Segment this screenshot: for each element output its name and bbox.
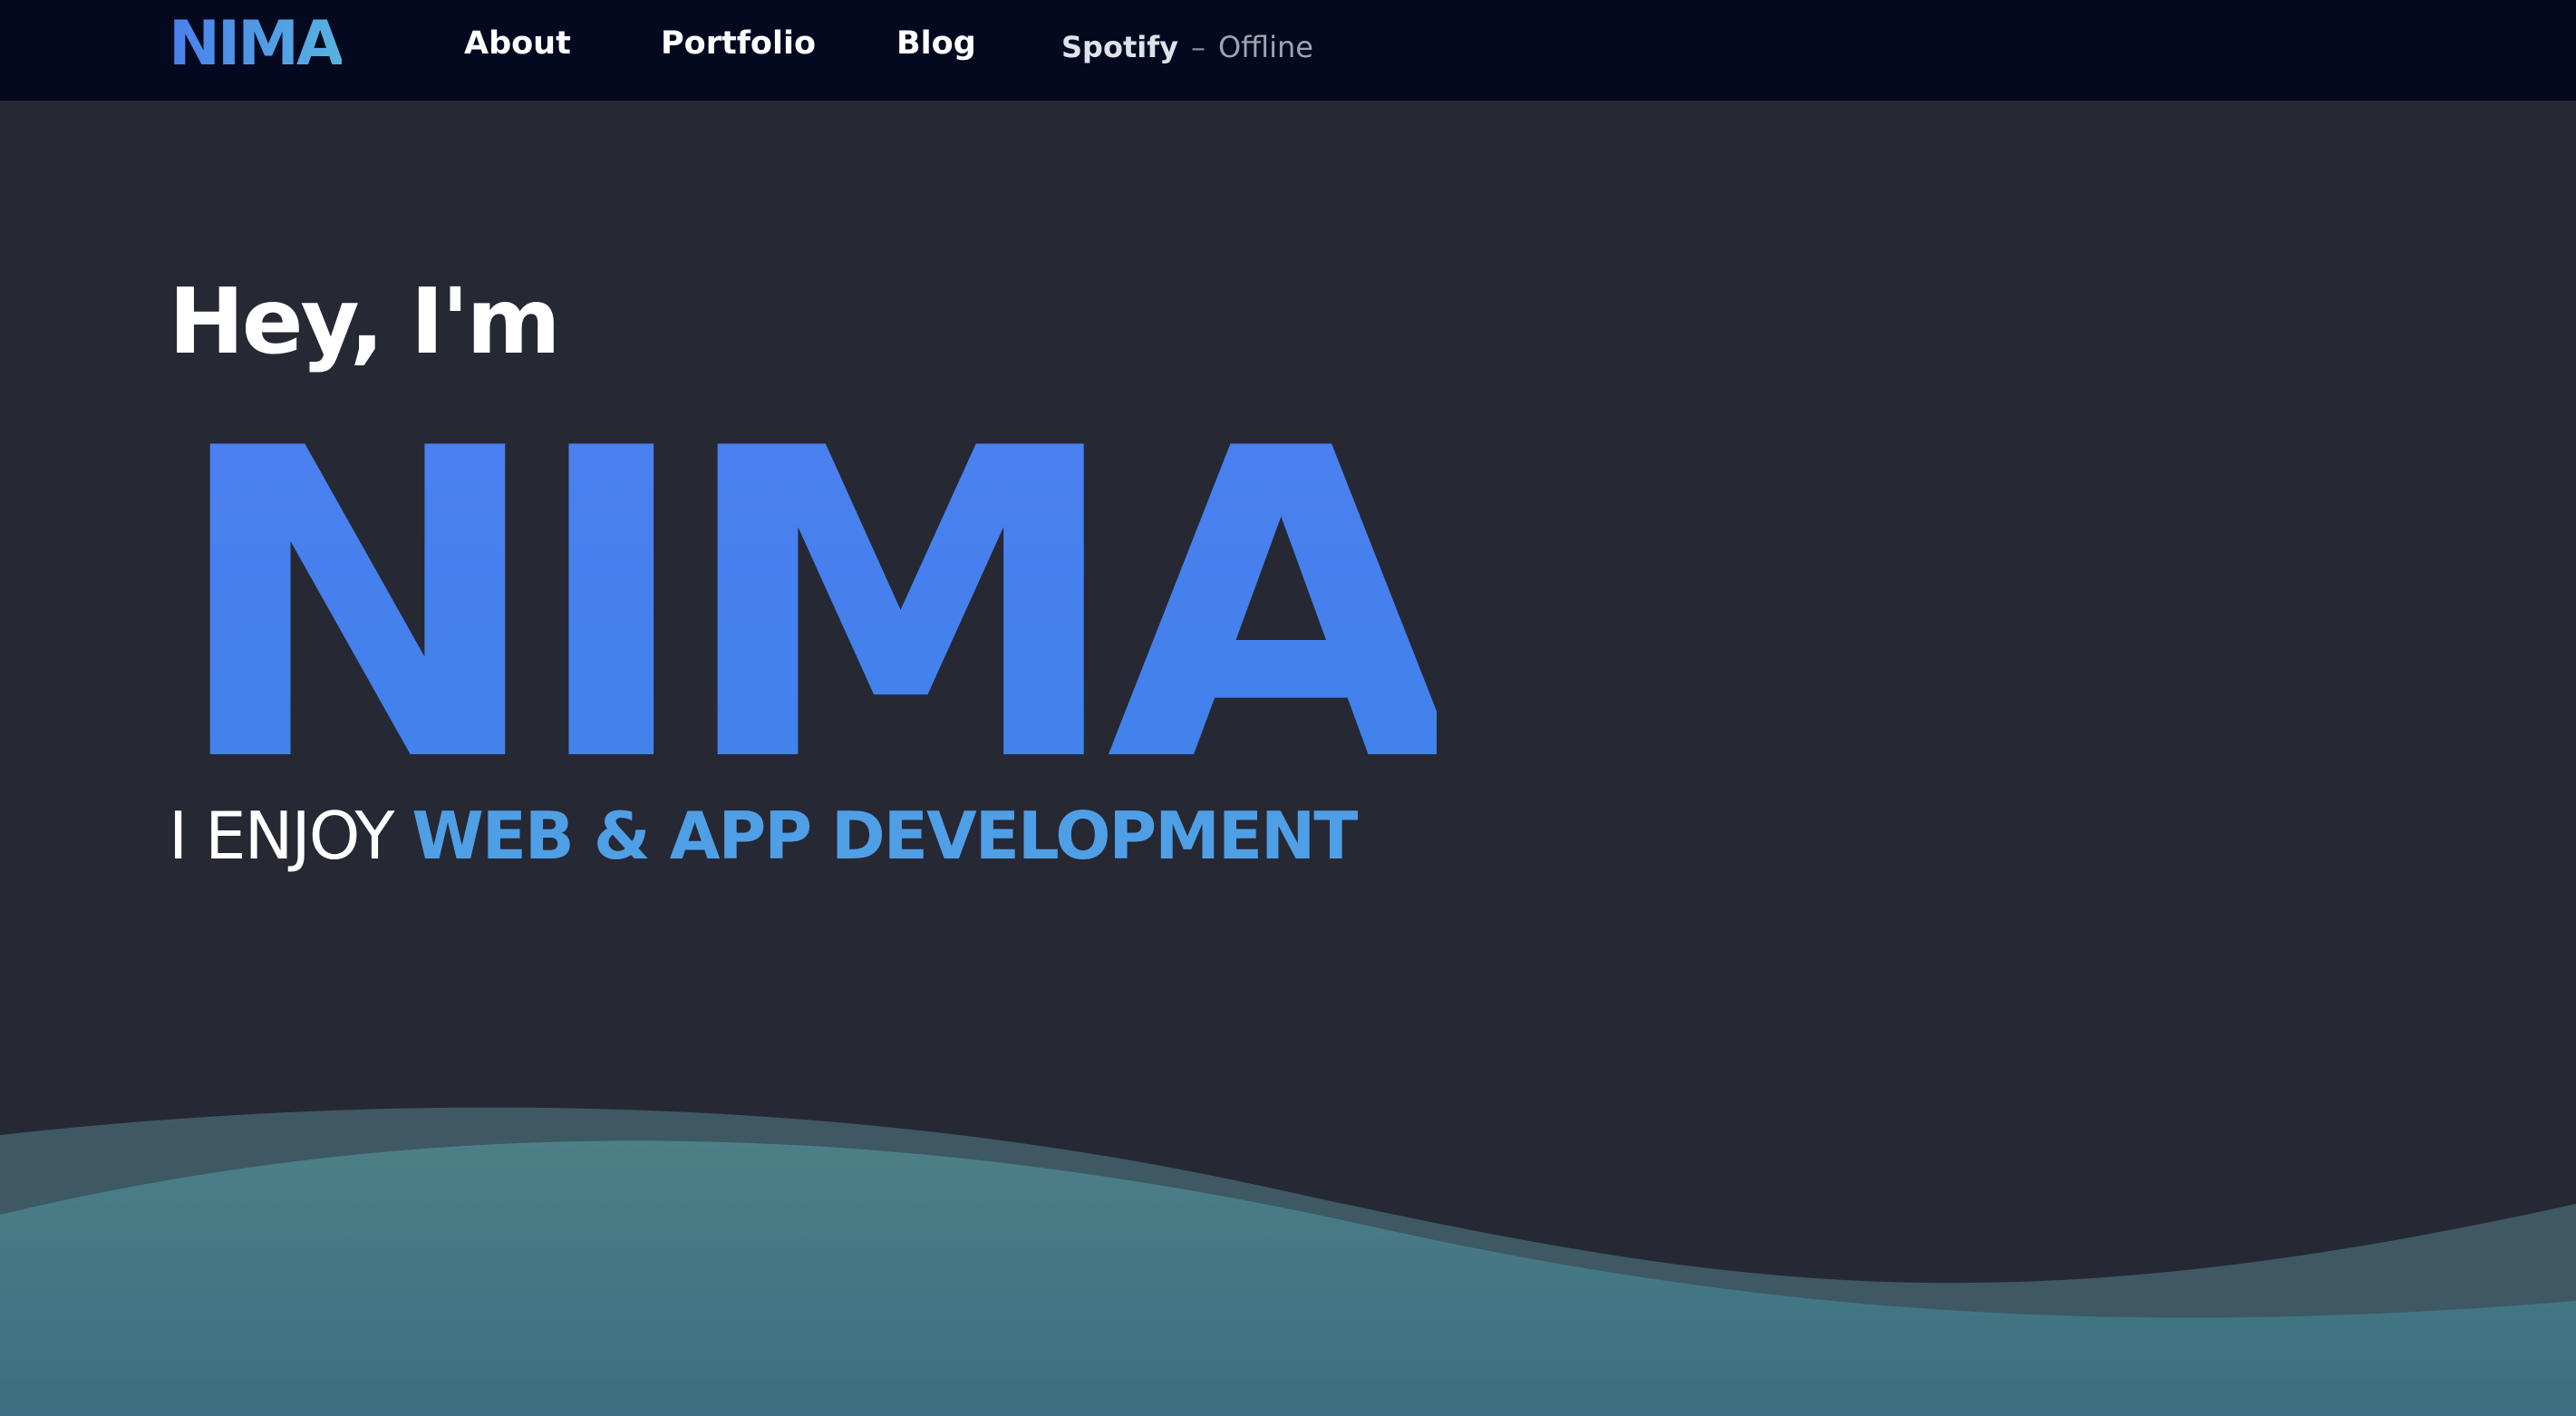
- nav-link-portfolio[interactable]: Portfolio: [661, 20, 816, 67]
- tagline-prefix: I ENJOY: [169, 798, 394, 874]
- nav-link-blog[interactable]: Blog: [896, 20, 976, 67]
- spotify-state: Offline: [1217, 30, 1313, 64]
- hero-tagline: I ENJOY WEB & APP DEVELOPMENT: [169, 794, 1358, 878]
- nav-link-about[interactable]: About: [464, 20, 571, 67]
- tagline-highlight: WEB & APP DEVELOPMENT: [412, 798, 1358, 874]
- spotify-label: Spotify: [1061, 30, 1178, 64]
- decorative-waves: [0, 1107, 2576, 1416]
- site-logo[interactable]: NIMA: [169, 5, 344, 83]
- spotify-separator: –: [1190, 30, 1206, 64]
- spotify-status: Spotify – Offline: [1061, 25, 1313, 69]
- top-navbar: NIMA About Portfolio Blog Spotify – Offlin…: [0, 0, 2576, 101]
- hero-name: NIMA: [169, 359, 1456, 855]
